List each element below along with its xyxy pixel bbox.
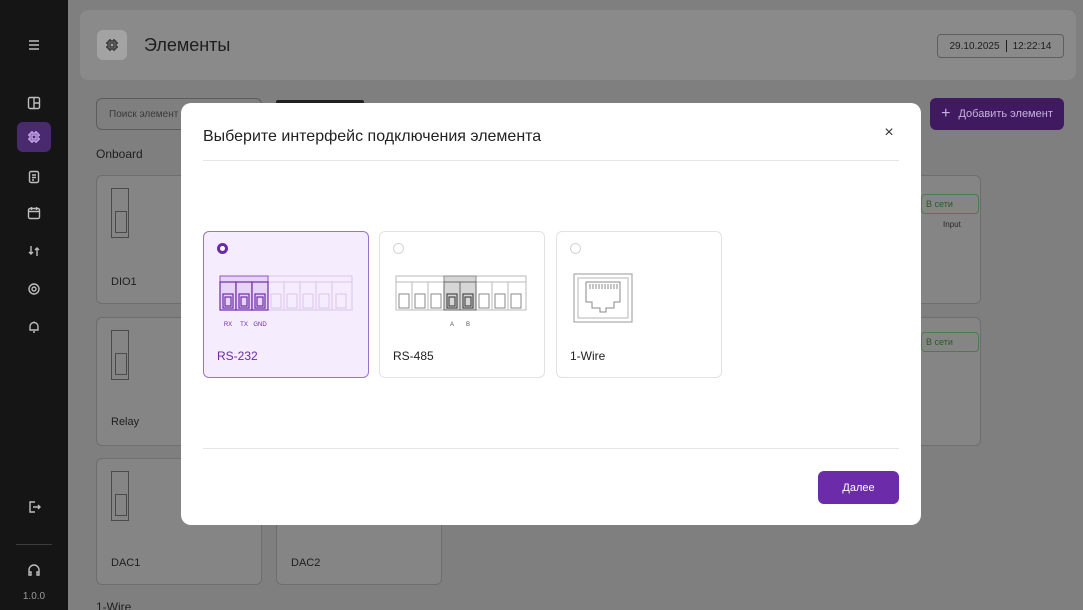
option-label: RS-485 [393, 349, 434, 363]
bell-icon[interactable] [24, 317, 44, 337]
pin-tx: TX [240, 322, 248, 328]
rs232-terminal-icon: RX TX GND [219, 275, 353, 328]
modal-divider [203, 160, 899, 161]
add-element-button[interactable]: + Добавить элемент [930, 98, 1064, 130]
sidebar-divider [16, 544, 52, 545]
pin-a: A [450, 322, 454, 328]
interface-modal: Выберите интерфейс подключения элемента … [181, 103, 921, 525]
option-rs485[interactable]: A B RS-485 [379, 231, 545, 378]
next-button[interactable]: Далее [818, 471, 899, 504]
time-text: 12:22:14 [1012, 40, 1052, 52]
rs485-terminal-icon: A B [395, 275, 527, 328]
device-icon [111, 330, 129, 380]
status-badge: В сети [921, 194, 979, 214]
option-1wire[interactable]: 1-Wire [556, 231, 722, 378]
element-name: DAC1 [111, 557, 141, 569]
device-icon [111, 471, 129, 521]
calendar-icon[interactable] [24, 203, 44, 223]
logout-icon[interactable] [24, 497, 44, 517]
chip-icon[interactable] [17, 122, 51, 152]
radio-button[interactable] [393, 243, 404, 254]
pin-b: B [466, 322, 470, 328]
add-element-label: Добавить элемент [958, 108, 1053, 120]
date-text: 29.10.2025 [949, 40, 1000, 52]
option-rs232[interactable]: RX TX GND RS-232 [203, 231, 369, 378]
plus-icon: + [941, 105, 951, 122]
datetime-separator [1005, 40, 1007, 52]
section-onboard: Onboard [96, 147, 143, 161]
device-icon [111, 188, 129, 238]
element-name: DIO1 [111, 276, 137, 288]
modal-footer-divider [203, 448, 899, 449]
radio-button[interactable] [217, 243, 228, 254]
dashboard-icon[interactable] [24, 93, 44, 113]
option-label: 1-Wire [570, 349, 606, 363]
menu-icon[interactable] [24, 35, 44, 55]
chip-icon [97, 30, 127, 60]
element-type: Input [943, 220, 961, 229]
section-1wire: 1-Wire [96, 600, 132, 610]
close-icon[interactable]: × [881, 125, 897, 141]
headset-icon[interactable] [24, 560, 44, 580]
sync-icon[interactable] [24, 241, 44, 261]
document-icon[interactable] [24, 167, 44, 187]
pin-gnd: GND [253, 322, 267, 328]
radio-button[interactable] [570, 243, 581, 254]
pin-rx: RX [224, 322, 232, 328]
rj45-port-icon [573, 273, 633, 323]
sidebar: 1.0.0 [0, 0, 68, 610]
settings-icon[interactable] [24, 279, 44, 299]
modal-title: Выберите интерфейс подключения элемента [203, 128, 542, 145]
page-title: Элементы [144, 35, 231, 55]
status-badge: В сети [921, 332, 979, 352]
datetime-display: 29.10.2025 12:22:14 [937, 34, 1064, 58]
element-name: Relay [111, 416, 140, 428]
option-label: RS-232 [217, 349, 258, 363]
element-name: DAC2 [291, 557, 321, 569]
app-version: 1.0.0 [22, 591, 46, 602]
